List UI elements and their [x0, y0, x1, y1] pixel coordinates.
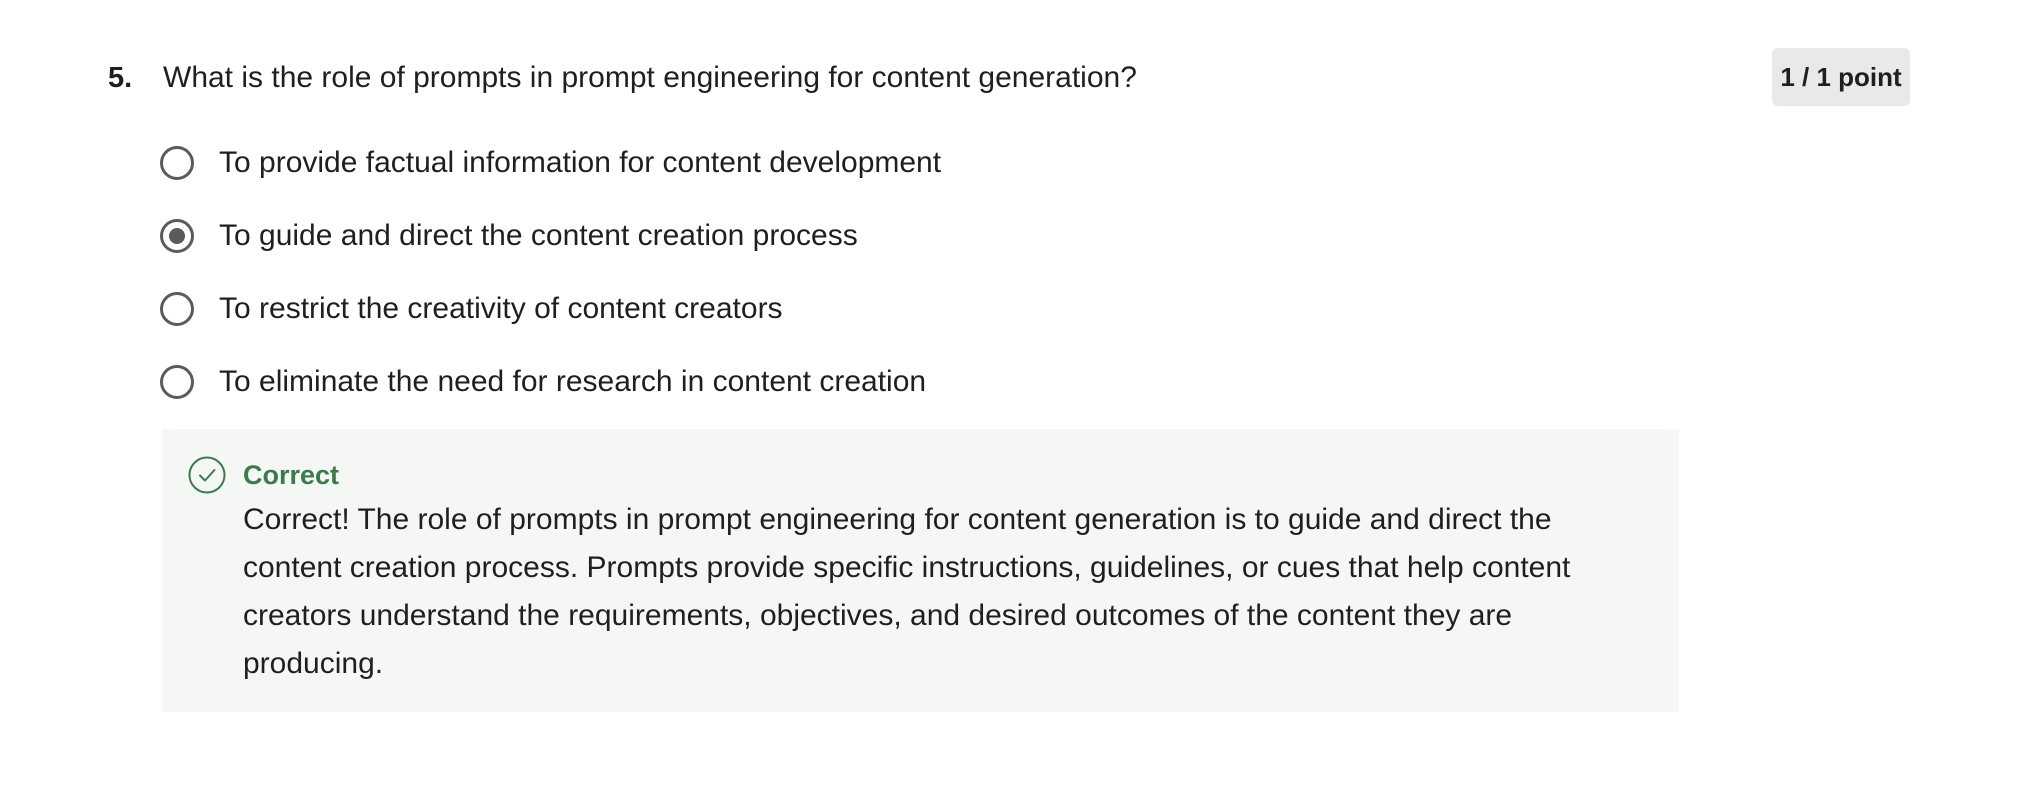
radio-button[interactable] — [160, 365, 194, 399]
points-badge: 1 / 1 point — [1772, 48, 1910, 106]
answer-option[interactable]: To restrict the creativity of content cr… — [160, 287, 783, 331]
radio-button[interactable] — [160, 146, 194, 180]
feedback-text: Correct! The role of prompts in prompt e… — [243, 503, 1571, 680]
answer-option-label: To restrict the creativity of content cr… — [219, 292, 783, 325]
radio-button[interactable] — [160, 219, 194, 253]
answer-option[interactable]: To eliminate the need for research in co… — [160, 360, 926, 404]
feedback-title: Correct — [243, 460, 340, 490]
question-text: What is the role of prompts in prompt en… — [163, 61, 1137, 94]
answer-option[interactable]: To guide and direct the content creation… — [160, 214, 858, 258]
check-circle-icon — [188, 456, 226, 494]
answer-option-label: To eliminate the need for research in co… — [219, 365, 927, 398]
answer-option[interactable]: To provide factual information for conte… — [160, 141, 941, 185]
feedback-panel: Correct Correct! The role of prompts in … — [162, 429, 1679, 712]
radio-button[interactable] — [160, 292, 194, 326]
answer-option-label: To provide factual information for conte… — [219, 146, 942, 179]
question-number: 5. — [108, 62, 133, 94]
answer-option-label: To guide and direct the content creation… — [219, 219, 858, 252]
